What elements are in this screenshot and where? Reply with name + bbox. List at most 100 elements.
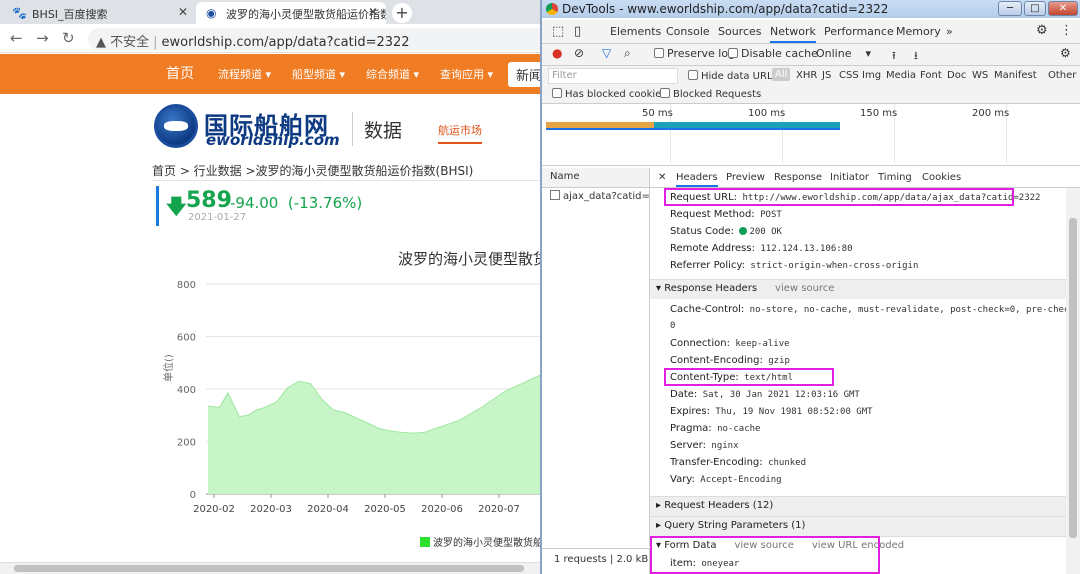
- import-har-icon[interactable]: ⭱: [892, 47, 896, 66]
- baidu-paw-icon: 🐾: [12, 6, 27, 20]
- blocked-requests-label: Blocked Requests: [673, 89, 762, 100]
- minimize-button[interactable]: ─: [998, 1, 1022, 16]
- query-params-section[interactable]: ▸ Query String Parameters (1): [650, 516, 1066, 536]
- browser-tab-baidu[interactable]: 🐾 BHSI_百度搜索 ✕: [2, 2, 196, 24]
- export-har-icon[interactable]: ⭳: [914, 47, 918, 66]
- tab-preview[interactable]: Preview: [726, 172, 765, 183]
- tab-console[interactable]: Console: [666, 25, 710, 38]
- horizontal-scrollbar[interactable]: [0, 562, 540, 574]
- filter-icon[interactable]: ▽: [602, 46, 611, 60]
- filter-ws[interactable]: WS: [972, 70, 988, 81]
- change-abs: -94.00: [230, 194, 279, 212]
- inspect-icon[interactable]: ⬚: [552, 24, 564, 39]
- has-blocked-cookies-checkbox[interactable]: Has blocked cookies: [552, 88, 667, 100]
- filter-input[interactable]: Filter: [548, 68, 678, 84]
- chart-legend[interactable]: 波罗的海小灵便型散货船运价指数: [420, 534, 540, 549]
- detail-tabs: ✕ Headers Preview Response Initiator Tim…: [650, 168, 1080, 188]
- x-tick-label: 2020-03: [250, 504, 292, 515]
- tab-initiator[interactable]: Initiator: [830, 172, 869, 183]
- tab-headers[interactable]: Headers: [676, 172, 718, 187]
- preserve-log-checkbox[interactable]: Preserve log: [654, 47, 735, 60]
- header-key: Date:: [670, 389, 698, 400]
- status-ok-icon: [739, 227, 748, 235]
- name-column-header[interactable]: Name: [542, 168, 650, 188]
- response-headers-section[interactable]: ▾ Response Headers view source: [650, 279, 1066, 299]
- filter-doc[interactable]: Doc: [947, 70, 966, 81]
- response-header-row: Pragma: no-cache: [670, 423, 760, 434]
- filter-font[interactable]: Font: [920, 70, 942, 81]
- header-key: Pragma:: [670, 423, 712, 434]
- request-headers-section[interactable]: ▸ Request Headers (12): [650, 496, 1066, 516]
- nav-process[interactable]: 流程频道 ▾: [218, 66, 271, 82]
- url-field[interactable]: ▲ 不安全 | eworldship.com/app/data?catid=2322: [88, 28, 540, 50]
- tab-memory[interactable]: Memory: [896, 25, 941, 38]
- new-tab-button[interactable]: +: [392, 3, 412, 23]
- filter-css[interactable]: CSS: [839, 70, 859, 81]
- clear-icon[interactable]: ⊘: [574, 46, 584, 60]
- reload-icon[interactable]: ↻: [62, 29, 75, 47]
- news-search-box[interactable]: 新闻: [508, 62, 540, 87]
- more-tabs[interactable]: »: [946, 25, 953, 38]
- response-header-row: Content-Encoding: gzip: [670, 355, 790, 366]
- tab-response[interactable]: Response: [774, 172, 822, 183]
- filter-xhr[interactable]: XHR: [796, 70, 817, 81]
- kebab-menu-icon[interactable]: ⋮: [1060, 23, 1073, 38]
- tab-timing[interactable]: Timing: [878, 172, 912, 183]
- tab-elements[interactable]: Elements: [610, 25, 661, 38]
- header-value: chunked: [768, 458, 806, 468]
- filter-media[interactable]: Media: [886, 70, 916, 81]
- status-bar: 1 requests | 2.0 kB tr: [542, 548, 650, 574]
- header-key: Transfer-Encoding:: [670, 457, 763, 468]
- close-button[interactable]: ✕: [1048, 1, 1078, 16]
- header-value: Accept-Encoding: [700, 475, 782, 485]
- header-value: no-cache: [717, 424, 761, 434]
- header-value: 112.124.13.106:80: [760, 244, 853, 254]
- filter-manifest[interactable]: Manifest: [994, 70, 1037, 81]
- tab-performance[interactable]: Performance: [824, 25, 894, 38]
- tab-title: 波罗的海小灵便型散货船运价指数: [226, 8, 386, 21]
- nav-query[interactable]: 查询应用 ▾: [440, 66, 493, 82]
- forward-icon[interactable]: →: [36, 29, 49, 47]
- filter-all[interactable]: All: [772, 68, 791, 81]
- maximize-button[interactable]: □: [1024, 1, 1046, 16]
- hide-data-urls-checkbox[interactable]: Hide data URLs: [688, 70, 778, 82]
- record-icon[interactable]: ●: [552, 46, 562, 60]
- header-key: Remote Address:: [670, 243, 755, 254]
- filter-other[interactable]: Other: [1048, 70, 1076, 81]
- response-header-row: Transfer-Encoding: chunked: [670, 457, 806, 468]
- blocked-requests-checkbox[interactable]: Blocked Requests: [660, 88, 761, 100]
- change-pct: (-13.76%): [287, 194, 363, 212]
- filter-img[interactable]: Img: [862, 70, 881, 81]
- nav-general[interactable]: 综合频道 ▾: [366, 66, 419, 82]
- has-blocked-cookies-label: Has blocked cookies: [565, 89, 667, 100]
- device-toolbar-icon[interactable]: ▯: [574, 24, 581, 39]
- network-timeline[interactable]: 50 ms 100 ms 150 ms 200 ms: [542, 104, 1080, 166]
- tab-cookies[interactable]: Cookies: [922, 172, 961, 183]
- view-source-link[interactable]: view source: [775, 283, 834, 294]
- scrollbar-thumb[interactable]: [1069, 218, 1077, 538]
- close-tab-icon[interactable]: ✕: [178, 5, 188, 19]
- filter-js[interactable]: JS: [822, 70, 831, 81]
- request-row[interactable]: ajax_data?catid=...: [542, 188, 650, 206]
- header-value: Thu, 19 Nov 1981 08:52:00 GMT: [715, 407, 873, 417]
- tab-shipping-market[interactable]: 航运市场: [438, 122, 482, 144]
- nav-home[interactable]: 首页: [166, 63, 194, 83]
- close-detail-icon[interactable]: ✕: [658, 172, 666, 183]
- search-icon[interactable]: ⌕: [624, 46, 631, 61]
- vertical-scrollbar[interactable]: [1066, 188, 1080, 574]
- network-settings-icon[interactable]: ⚙: [1060, 46, 1071, 60]
- nav-shiptype[interactable]: 船型频道 ▾: [292, 66, 345, 82]
- browser-tab-eworldship[interactable]: ◉ 波罗的海小灵便型散货船运价指数 ✕: [196, 2, 386, 24]
- disable-cache-checkbox[interactable]: Disable cache: [728, 47, 818, 60]
- scrollbar-thumb[interactable]: [14, 565, 524, 572]
- header-value: gzip: [768, 356, 790, 366]
- gear-icon[interactable]: ⚙: [1036, 23, 1048, 38]
- legend-label: 波罗的海小灵便型散货船运价指数: [433, 538, 540, 549]
- back-icon[interactable]: ←: [10, 29, 23, 47]
- throttle-select[interactable]: Online ▾: [816, 47, 871, 60]
- site-logo-icon[interactable]: [154, 104, 198, 148]
- tab-network[interactable]: Network: [770, 25, 816, 43]
- tab-sources[interactable]: Sources: [718, 25, 762, 38]
- close-tab-icon[interactable]: ✕: [368, 5, 378, 19]
- header-value: no-store, no-cache, must-revalidate, pos…: [749, 305, 1066, 315]
